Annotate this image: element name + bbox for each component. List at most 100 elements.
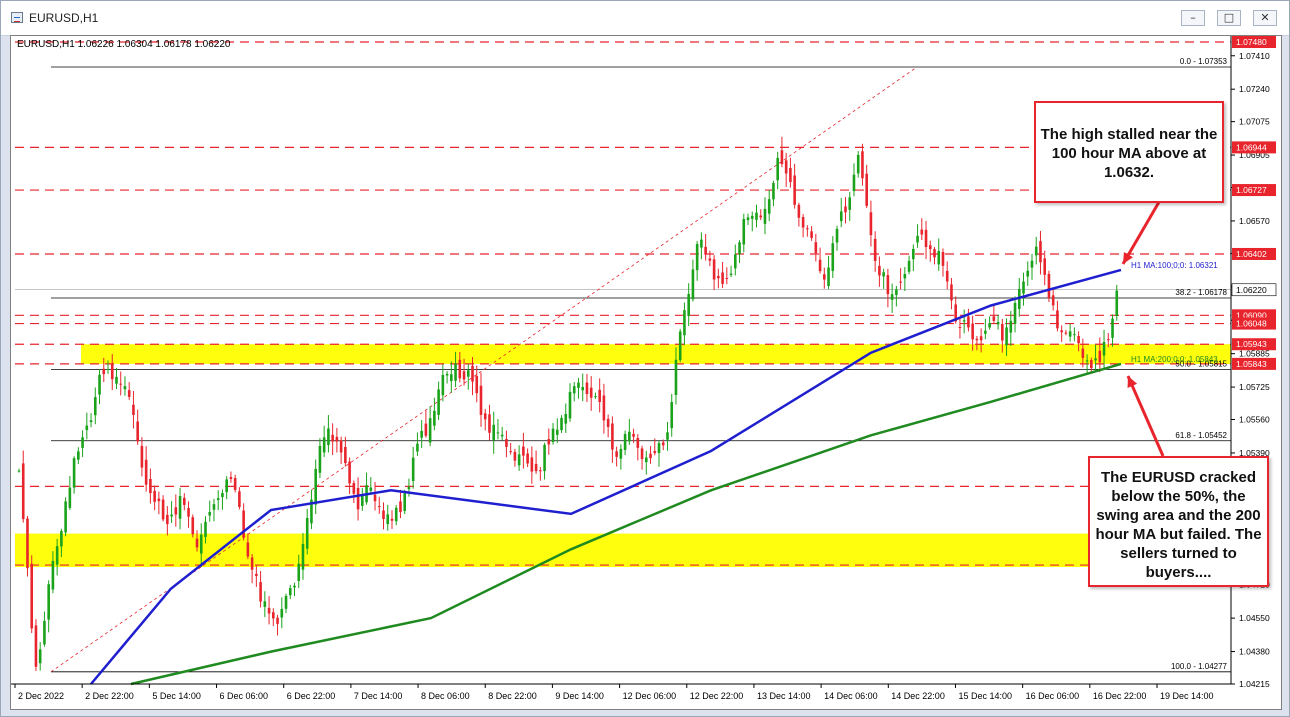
candle-body: [496, 432, 500, 434]
candle-body: [755, 212, 758, 220]
candle-body: [399, 501, 402, 513]
candle-body: [895, 289, 898, 296]
candle-body: [661, 442, 665, 446]
candle-body: [263, 601, 267, 607]
candle-body: [958, 327, 962, 329]
candle-body: [127, 390, 131, 397]
candle-body: [488, 414, 491, 433]
candle-body: [170, 514, 173, 517]
candle-body: [428, 418, 432, 443]
callout-top-text: The high stalled near the 100 hour MA ab…: [1040, 126, 1218, 181]
candle-body: [873, 238, 877, 261]
candle-body: [1047, 273, 1051, 299]
price-tick-label: 1.06570: [1239, 216, 1270, 226]
candle-body: [136, 421, 139, 442]
time-tick-label: 2 Dec 22:00: [85, 691, 134, 701]
candle-body: [394, 507, 398, 522]
candle-body: [759, 215, 763, 218]
candle-body: [255, 573, 258, 577]
candle-body: [517, 454, 521, 466]
candle-body: [30, 563, 34, 629]
fib-label: 0.0 - 1.07353: [1180, 57, 1228, 66]
time-tick-label: 13 Dec 14:00: [757, 691, 811, 701]
candle-body: [187, 508, 190, 517]
candle-body: [140, 445, 144, 468]
candle-body: [852, 174, 856, 192]
candle-body: [632, 433, 635, 437]
maximize-button[interactable]: □: [1217, 10, 1241, 26]
candle-body: [344, 446, 347, 464]
candle-body: [988, 323, 991, 328]
candle-body: [683, 310, 686, 336]
time-tick-label: 14 Dec 22:00: [891, 691, 945, 701]
price-tick-label: 1.07410: [1239, 51, 1270, 61]
candle-body: [522, 446, 525, 456]
price-tick-label: 1.04380: [1239, 647, 1270, 657]
candle-body: [984, 330, 987, 334]
candle-body: [38, 649, 42, 664]
candle-body: [191, 517, 195, 535]
candle-body: [199, 534, 203, 554]
candle-body: [1081, 348, 1085, 358]
callout-top: The high stalled near the 100 hour MA ab…: [1034, 101, 1224, 203]
candle-body: [204, 521, 207, 537]
candle-body: [628, 431, 631, 442]
candle-body: [466, 370, 470, 377]
window-title: EURUSD,H1: [29, 11, 99, 25]
candle-body: [382, 510, 385, 520]
candle-body: [102, 368, 106, 375]
swing-zone: [81, 344, 1231, 364]
candle-body: [784, 160, 788, 174]
candle-body: [763, 208, 767, 224]
candle-body: [543, 444, 546, 472]
candle-body: [674, 359, 678, 396]
candle-body: [115, 376, 118, 384]
price-tag-label: 1.06220: [1236, 285, 1267, 295]
time-tick-label: 16 Dec 06:00: [1026, 691, 1080, 701]
minimize-button[interactable]: –: [1181, 10, 1205, 26]
candle-body: [475, 375, 479, 394]
fib-label: 38.2 - 1.06178: [1175, 288, 1227, 297]
candle-body: [670, 402, 674, 429]
candle-body: [772, 183, 775, 200]
candle-body: [119, 383, 123, 385]
candle-body: [827, 267, 830, 287]
candle-body: [17, 470, 21, 472]
candle-body: [110, 363, 114, 380]
candle-body: [416, 443, 419, 452]
candle-body: [1077, 336, 1080, 344]
candle-body: [433, 410, 436, 426]
time-tick-label: 14 Dec 06:00: [824, 691, 878, 701]
candle-body: [450, 374, 453, 382]
candle-body: [1094, 358, 1097, 361]
candle-body: [640, 448, 644, 459]
candle-body: [649, 453, 652, 459]
candle-body: [606, 418, 610, 427]
candle-body: [924, 229, 928, 248]
candle-body: [602, 395, 606, 421]
price-tag-label: 1.06048: [1236, 319, 1267, 329]
candle-body: [691, 269, 695, 300]
candle-body: [72, 458, 76, 488]
candle-body: [611, 423, 614, 450]
candle-body: [789, 167, 792, 183]
candle-body: [1090, 360, 1093, 369]
price-tag-label: 1.07480: [1236, 37, 1267, 47]
candle-body: [814, 242, 818, 253]
close-button[interactable]: ✕: [1253, 10, 1277, 26]
candle-body: [272, 612, 275, 619]
candle-body: [742, 218, 746, 245]
candle-body: [835, 228, 839, 243]
candle-body: [157, 498, 161, 502]
candle-body: [594, 396, 597, 398]
candle-body: [407, 486, 411, 490]
candle-body: [941, 252, 945, 266]
candle-body: [806, 228, 809, 230]
time-tick-label: 9 Dec 14:00: [555, 691, 604, 701]
candle-body: [221, 493, 224, 498]
candle-body: [149, 478, 152, 494]
chart-area[interactable]: 0.0 - 1.07353 38.2 - 1.06178 50.0 - 1.0581…: [10, 35, 1282, 710]
time-tick-label: 19 Dec 14:00: [1160, 691, 1214, 701]
candle-body: [636, 438, 640, 448]
candle-body: [144, 459, 148, 485]
